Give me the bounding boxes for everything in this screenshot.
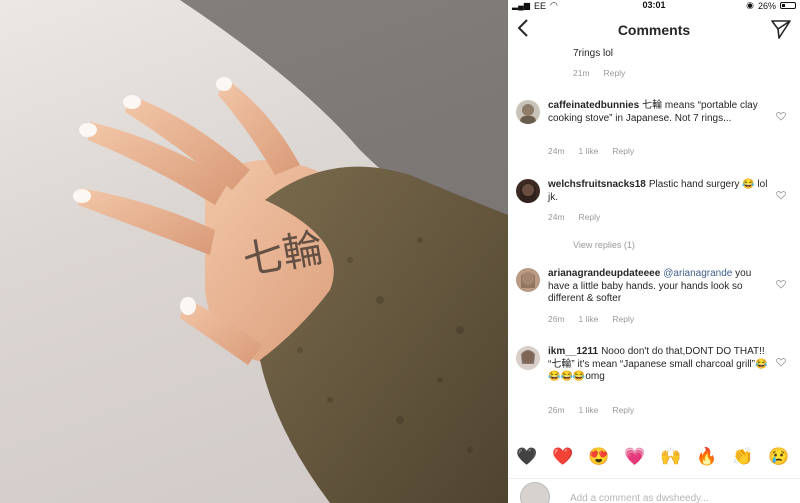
user-photo-icon	[520, 183, 536, 203]
status-bar: ▂▄▆ EE ◠ 03:01 ◉ 26%	[508, 0, 800, 12]
heart-icon[interactable]	[776, 279, 786, 289]
lock-rotation-icon: ◉	[746, 0, 754, 10]
reply-button[interactable]: Reply	[612, 405, 634, 415]
my-avatar	[520, 482, 550, 503]
pink-heart-emoji[interactable]: 💗	[624, 446, 646, 468]
battery-icon	[780, 2, 796, 9]
avatar[interactable]	[516, 268, 540, 292]
direct-send-icon[interactable]	[770, 18, 792, 40]
comment-time: 24m	[548, 212, 565, 222]
heart-icon[interactable]	[776, 190, 786, 200]
comments-screen: ▂▄▆ EE ◠ 03:01 ◉ 26% Comments 7rings lol…	[508, 0, 800, 503]
comment-meta: 21m Reply	[573, 68, 625, 78]
hand-photo: 七輪	[73, 0, 508, 503]
comment-meta: 26m 1 like Reply	[548, 314, 634, 324]
heart-icon[interactable]	[776, 111, 786, 121]
comment-likes[interactable]: 1 like	[579, 314, 599, 324]
crying-emoji[interactable]: 😢	[768, 446, 790, 468]
avatar[interactable]	[516, 100, 540, 124]
view-replies-link[interactable]: View replies (1)	[573, 240, 635, 250]
comment-meta: 26m 1 like Reply	[548, 405, 634, 415]
user-photo-icon	[520, 104, 536, 124]
page-title: Comments	[617, 22, 691, 38]
comment-time: 26m	[548, 405, 565, 415]
black-heart-emoji[interactable]: 🖤	[516, 446, 538, 468]
add-comment-bar: Add a comment as dwsheedy...	[508, 478, 800, 503]
comment-time: 24m	[548, 146, 565, 156]
comment-body: ikm__1211 Nooo don't do that,DONT DO THAT…	[548, 346, 768, 384]
reply-button[interactable]: Reply	[579, 212, 601, 222]
reply-button[interactable]: Reply	[604, 68, 626, 78]
comment-username[interactable]: ikm__1211	[548, 346, 598, 357]
comment-meta: 24m Reply	[548, 212, 600, 222]
comment-body: welchsfruitsnacks18 Plastic hand surgery …	[548, 179, 768, 204]
raised-hands-emoji[interactable]: 🙌	[660, 446, 682, 468]
mention-link[interactable]: @arianagrande	[663, 268, 732, 279]
red-heart-emoji[interactable]: ❤️	[552, 446, 574, 468]
heart-eyes-emoji[interactable]: 😍	[588, 446, 610, 468]
emoji-quick-bar: 🖤 ❤️ 😍 💗 🙌 🔥 👏 😢	[508, 444, 800, 472]
user-photo-icon	[521, 350, 535, 364]
comment-time: 26m	[548, 314, 565, 324]
add-comment-input[interactable]: Add a comment as dwsheedy...	[570, 493, 709, 503]
comments-header: Comments	[508, 14, 800, 44]
comment-text: 7rings lol	[573, 48, 614, 59]
clapping-emoji[interactable]: 👏	[732, 446, 754, 468]
reply-button[interactable]: Reply	[612, 314, 634, 324]
comment-username[interactable]: welchsfruitsnacks18	[548, 179, 646, 190]
comment-username[interactable]: caffeinatedbunnies	[548, 100, 639, 111]
comment-likes[interactable]: 1 like	[579, 405, 599, 415]
avatar[interactable]	[516, 179, 540, 203]
heart-icon[interactable]	[776, 357, 786, 367]
comment-time: 21m	[573, 68, 590, 78]
user-photo-icon	[521, 272, 535, 288]
comment-username[interactable]: arianagrandeupdateeee	[548, 268, 660, 279]
comment-body: arianagrandeupdateeee @arianagrande you h…	[548, 268, 768, 306]
battery-percent: 26%	[757, 0, 776, 11]
fire-emoji[interactable]: 🔥	[696, 446, 718, 468]
comment-body: caffeinatedbunnies 七輪 means “portable cla…	[548, 100, 768, 125]
avatar[interactable]	[516, 346, 540, 370]
post-photo: 七輪	[0, 0, 508, 503]
comment-meta: 24m 1 like Reply	[548, 146, 634, 156]
reply-button[interactable]: Reply	[612, 146, 634, 156]
comment-likes[interactable]: 1 like	[579, 146, 599, 156]
